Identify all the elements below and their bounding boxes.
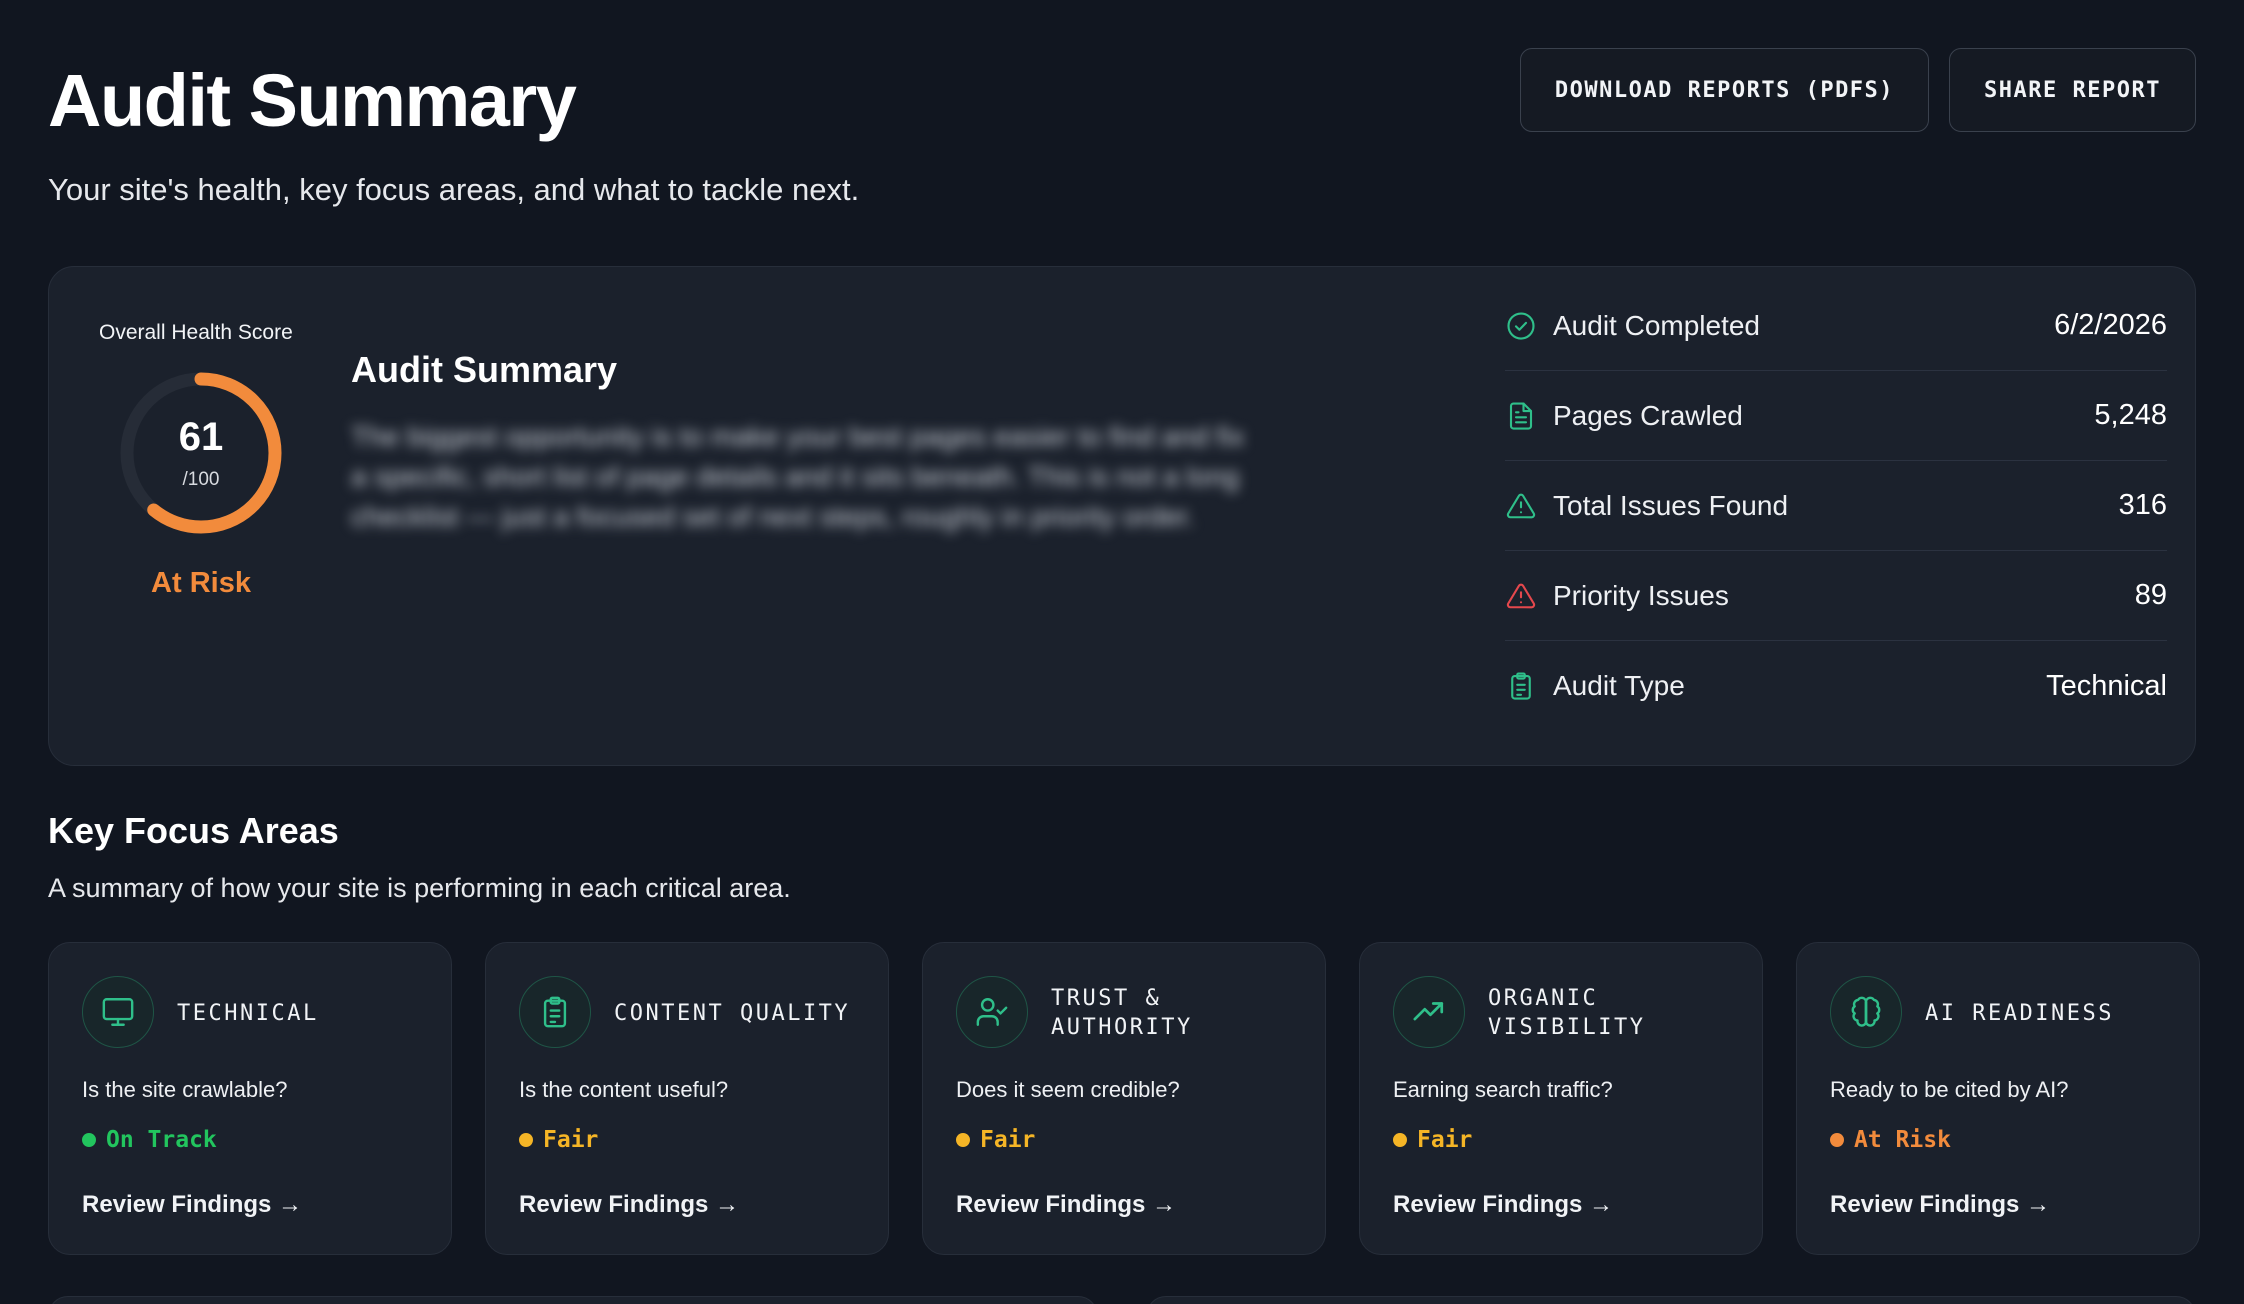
warning-triangle-icon — [1505, 490, 1537, 522]
status-dot — [519, 1133, 533, 1147]
summary-heading: Audit Summary — [351, 349, 618, 390]
status-dot — [1830, 1133, 1844, 1147]
status-text: At Risk — [1854, 1127, 1951, 1153]
focus-card-content-quality: CONTENT QUALITY Is the content useful? F… — [485, 942, 889, 1255]
page-header: Audit Summary Your site's health, key fo… — [48, 0, 2196, 235]
user-check-icon — [956, 976, 1028, 1048]
stat-row-priority-issues: Priority Issues 89 — [1505, 551, 2167, 641]
focus-areas-title: Key Focus Areas — [48, 810, 339, 851]
trending-up-icon — [1393, 976, 1465, 1048]
stat-value: 5,248 — [2094, 399, 2167, 431]
focus-card-title: TECHNICAL — [177, 1000, 319, 1026]
focus-card-trust-authority: TRUST & AUTHORITY Does it seem credible?… — [922, 942, 1326, 1255]
focus-card-question: Earning search traffic? — [1393, 1077, 1613, 1102]
download-reports-button[interactable]: DOWNLOAD REPORTS (PDFS) — [1519, 48, 1930, 132]
stat-label: Priority Issues — [1553, 579, 1729, 611]
focus-card-title: ORGANIC VISIBILITY — [1488, 986, 1646, 1040]
page-subtitle: Your site's health, key focus areas, and… — [48, 172, 860, 207]
status-badge: Fair — [519, 1127, 598, 1153]
stat-row-pages-crawled: Pages Crawled 5,248 — [1505, 371, 2167, 461]
stat-value: 6/2/2026 — [2054, 309, 2167, 341]
focus-card-question: Is the site crawlable? — [82, 1077, 288, 1102]
focus-card-title: CONTENT QUALITY — [614, 1000, 851, 1026]
next-section-card-right — [1146, 1296, 2196, 1304]
health-status: At Risk — [151, 567, 251, 599]
share-report-button[interactable]: SHARE REPORT — [1949, 48, 2196, 132]
audit-stats-list: Audit Completed 6/2/2026 Pages Crawled 5… — [1505, 281, 2167, 731]
review-findings-link[interactable]: Review Findings → — [1830, 1191, 2050, 1219]
next-section-card-left — [48, 1296, 1098, 1304]
stat-row-audit-type: Audit Type Technical — [1505, 641, 2167, 731]
health-score-max: /100 — [182, 469, 220, 490]
health-score-label: Overall Health Score — [99, 321, 293, 344]
clipboard-icon — [519, 976, 591, 1048]
focus-areas-grid: TECHNICAL Is the site crawlable? On Trac… — [48, 942, 2200, 1255]
review-findings-link[interactable]: Review Findings → — [519, 1191, 739, 1219]
stat-row-audit-completed: Audit Completed 6/2/2026 — [1505, 281, 2167, 371]
stat-label: Audit Completed — [1553, 309, 1761, 341]
focus-card-question: Ready to be cited by AI? — [1830, 1077, 2069, 1102]
health-score-value: 61 — [178, 415, 224, 459]
page-title: Audit Summary — [48, 59, 577, 142]
check-circle-icon — [1505, 310, 1537, 342]
status-badge: On Track — [82, 1127, 217, 1153]
status-dot — [1393, 1133, 1407, 1147]
stat-value: Technical — [2046, 669, 2167, 702]
summary-card: Overall Health Score 61 /100 At Risk Aud… — [48, 266, 2196, 766]
document-icon — [1505, 400, 1537, 432]
focus-card-ai-readiness: AI READINESS Ready to be cited by AI? At… — [1796, 942, 2200, 1255]
status-dot — [82, 1133, 96, 1147]
brain-icon — [1830, 976, 1902, 1048]
monitor-icon — [82, 976, 154, 1048]
focus-card-technical: TECHNICAL Is the site crawlable? On Trac… — [48, 942, 452, 1255]
status-dot — [956, 1133, 970, 1147]
status-text: Fair — [980, 1127, 1036, 1153]
status-text: On Track — [106, 1127, 217, 1153]
status-badge: Fair — [956, 1127, 1035, 1153]
stat-label: Total Issues Found — [1553, 489, 1789, 521]
review-findings-link[interactable]: Review Findings → — [1393, 1191, 1613, 1219]
stat-label: Pages Crawled — [1553, 399, 1743, 431]
status-badge: Fair — [1393, 1127, 1472, 1153]
alert-triangle-icon — [1505, 580, 1537, 612]
status-badge: At Risk — [1830, 1127, 1951, 1153]
stat-row-total-issues: Total Issues Found 316 — [1505, 461, 2167, 551]
focus-card-question: Does it seem credible? — [956, 1077, 1180, 1102]
header-actions: DOWNLOAD REPORTS (PDFS) SHARE REPORT — [1519, 48, 2196, 132]
status-text: Fair — [1417, 1127, 1473, 1153]
focus-card-organic-visibility: ORGANIC VISIBILITY Earning search traffi… — [1359, 942, 1763, 1255]
stat-value: 316 — [2118, 489, 2167, 521]
review-findings-link[interactable]: Review Findings → — [956, 1191, 1176, 1219]
stat-label: Audit Type — [1553, 670, 1685, 701]
summary-body-text: The biggest opportunity is to make your … — [351, 421, 1245, 532]
stat-value: 89 — [2134, 579, 2167, 611]
status-text: Fair — [543, 1127, 599, 1153]
focus-card-title: AI READINESS — [1925, 1000, 2114, 1026]
review-findings-link[interactable]: Review Findings → — [82, 1191, 302, 1219]
focus-card-question: Is the content useful? — [519, 1077, 729, 1102]
clipboard-icon — [1505, 670, 1537, 702]
focus-card-title: TRUST & AUTHORITY — [1051, 986, 1193, 1040]
focus-areas-subtitle: A summary of how your site is performing… — [48, 873, 791, 903]
audit-summary-page: Audit Summary Your site's health, key fo… — [0, 0, 2244, 1304]
